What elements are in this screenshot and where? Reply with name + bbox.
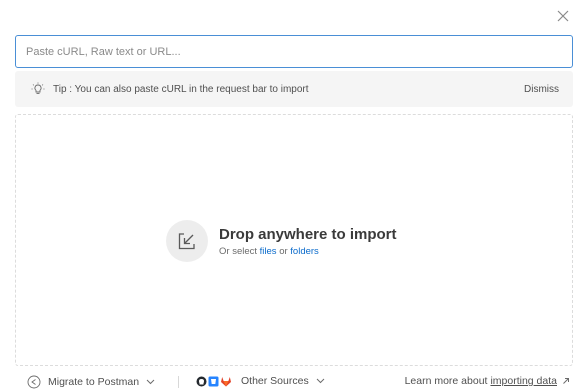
drop-title: Drop anywhere to import (219, 225, 397, 243)
select-files-link[interactable]: files (260, 246, 277, 257)
footer: Migrate to Postman Other Sources Learn m… (0, 372, 581, 390)
migrate-label: Migrate to Postman (48, 376, 140, 388)
migrate-icon (27, 375, 41, 389)
drop-text-block: Drop anywhere to import Or select files … (219, 226, 397, 257)
tip-text: Tip : You can also paste cURL in the req… (53, 83, 309, 95)
learn-prefix: Learn more about (404, 375, 488, 387)
dismiss-button[interactable]: Dismiss (524, 84, 559, 95)
bitbucket-icon (208, 376, 219, 387)
chevron-down-icon (146, 379, 155, 385)
other-sources-label: Other Sources (241, 375, 309, 387)
drop-subtitle: Or select files or folders (219, 246, 397, 257)
source-icons (196, 376, 233, 387)
select-folders-link[interactable]: folders (290, 246, 319, 257)
migrate-to-postman-button[interactable]: Migrate to Postman (27, 375, 155, 389)
paste-input[interactable] (15, 35, 573, 68)
drop-sub-prefix: Or select (219, 245, 258, 257)
footer-divider (178, 376, 179, 388)
close-icon[interactable] (555, 8, 571, 24)
import-arrow-icon (166, 220, 208, 262)
importing-data-link[interactable]: importing data (490, 375, 557, 387)
tip-bar: Tip : You can also paste cURL in the req… (15, 71, 573, 107)
drop-zone[interactable]: Drop anywhere to import Or select files … (15, 114, 573, 366)
gitlab-icon (220, 376, 232, 387)
import-dialog: Tip : You can also paste cURL in the req… (0, 0, 581, 390)
other-sources-button[interactable]: Other Sources (196, 375, 325, 387)
learn-more: Learn more about importing data (405, 375, 570, 387)
drop-sub-or: or (279, 245, 288, 257)
chevron-down-icon (316, 378, 325, 384)
github-icon (196, 376, 207, 387)
lightbulb-icon (31, 82, 45, 96)
external-link-icon (562, 377, 570, 385)
drop-prompt: Drop anywhere to import Or select files … (166, 220, 397, 262)
